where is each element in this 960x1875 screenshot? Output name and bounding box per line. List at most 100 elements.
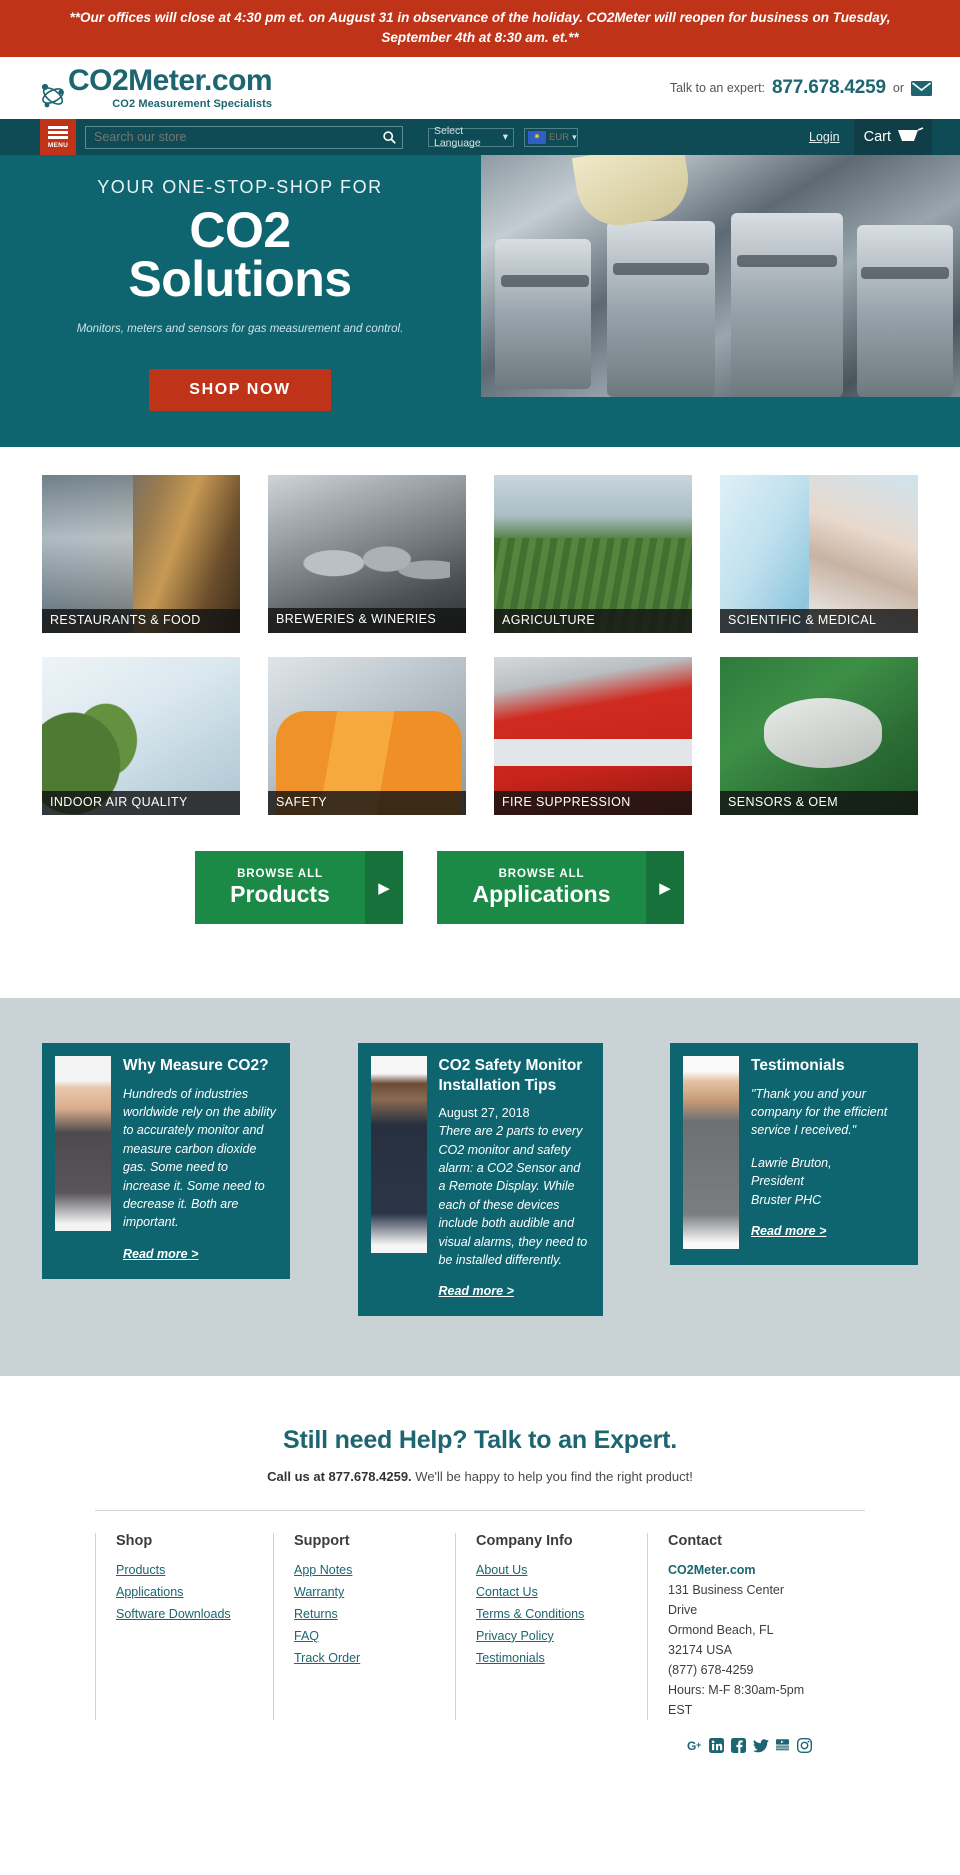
browse-applications-text: BROWSE ALL Applications bbox=[437, 851, 646, 924]
shop-now-button[interactable]: SHOP NOW bbox=[149, 368, 331, 411]
footer-link-privacy-policy[interactable]: Privacy Policy bbox=[476, 1626, 554, 1648]
footer-address-line3: Ormond Beach, FL bbox=[668, 1623, 774, 1638]
menu-button-label: MENU bbox=[47, 141, 69, 149]
read-more-link[interactable]: Read more > bbox=[123, 1247, 198, 1261]
card-body: CO2 Safety Monitor Installation Tips Aug… bbox=[439, 1056, 589, 1300]
expert-phone[interactable]: 877.678.4259 bbox=[772, 77, 886, 99]
main-navbar: MENU Select Language ▾ ✷ EUR ▾ Login Car… bbox=[0, 119, 960, 156]
category-tiles-row-1: RESTAURANTS & FOOD BREWERIES & WINERIES … bbox=[0, 475, 960, 634]
footer-link-app-notes[interactable]: App Notes bbox=[294, 1560, 352, 1582]
navbar-right-group: Login Cart bbox=[809, 119, 932, 156]
category-tile-fire-suppression[interactable]: FIRE SUPPRESSION bbox=[494, 657, 692, 816]
footer-link-track-order[interactable]: Track Order bbox=[294, 1648, 360, 1670]
chevron-down-icon: ▾ bbox=[502, 131, 508, 144]
card-body: Why Measure CO2? Hundreds of industries … bbox=[123, 1056, 276, 1263]
search-box[interactable] bbox=[85, 125, 403, 149]
footer-link-testimonials[interactable]: Testimonials bbox=[476, 1648, 545, 1670]
category-tile-restaurants[interactable]: RESTAURANTS & FOOD bbox=[42, 475, 240, 634]
card-photo bbox=[370, 1056, 427, 1300]
footer-link-applications[interactable]: Applications bbox=[116, 1582, 183, 1604]
footer-heading-shop: Shop bbox=[116, 1533, 153, 1550]
facebook-icon[interactable] bbox=[731, 1738, 746, 1754]
hero-kicker: YOUR ONE-STOP-SHOP FOR bbox=[97, 177, 383, 198]
card-why-measure-co2[interactable]: Why Measure CO2? Hundreds of industries … bbox=[42, 1043, 290, 1279]
envelope-icon[interactable] bbox=[911, 80, 932, 96]
browse-all-applications-button[interactable]: BROWSE ALL Applications ▶ bbox=[437, 851, 684, 925]
card-title: CO2 Safety Monitor Installation Tips bbox=[438, 1057, 583, 1094]
tile-label: FIRE SUPPRESSION bbox=[494, 790, 692, 816]
category-tile-agriculture[interactable]: AGRICULTURE bbox=[494, 475, 692, 634]
footer-link-terms-conditions[interactable]: Terms & Conditions bbox=[476, 1604, 584, 1626]
footer-link-contact-us[interactable]: Contact Us bbox=[476, 1582, 538, 1604]
language-selector-label: Select Language bbox=[434, 125, 481, 150]
footer-address-line4: 32174 USA bbox=[668, 1643, 732, 1658]
browse-products-text: BROWSE ALL Products bbox=[195, 851, 365, 924]
footer-column-support: Support App Notes Warranty Returns FAQ T… bbox=[273, 1533, 455, 1721]
footer-link-faq[interactable]: FAQ bbox=[294, 1626, 319, 1648]
footer-column-shop: Shop Products Applications Software Down… bbox=[95, 1533, 273, 1721]
category-tiles-row-2: INDOOR AIR QUALITY SAFETY FIRE SUPPRESSI… bbox=[0, 657, 960, 816]
footer-hours: Hours: M-F 8:30am-5pm bbox=[668, 1683, 805, 1698]
logo-wordmark: CO2Meter.com bbox=[68, 64, 273, 98]
footer-link-warranty[interactable]: Warranty bbox=[294, 1582, 344, 1604]
tile-label: SAFETY bbox=[268, 790, 466, 816]
instagram-icon[interactable] bbox=[796, 1738, 813, 1754]
help-call-bold: Call us at 877.678.4259. bbox=[267, 1469, 412, 1485]
hero-title-line1: CO2 bbox=[189, 202, 291, 259]
read-more-link[interactable]: Read more > bbox=[439, 1284, 514, 1298]
footer-address-line2: Drive bbox=[668, 1603, 698, 1618]
category-tile-breweries[interactable]: BREWERIES & WINERIES bbox=[268, 475, 466, 634]
browse-all-products-button[interactable]: BROWSE ALL Products ▶ bbox=[195, 851, 403, 925]
expert-label: Talk to an expert: bbox=[669, 81, 766, 96]
google-plus-icon[interactable]: G + bbox=[687, 1738, 702, 1753]
cart-link[interactable]: Cart bbox=[853, 119, 932, 156]
card-testimonials[interactable]: Testimonials "Thank you and your company… bbox=[670, 1043, 918, 1266]
tile-label: RESTAURANTS & FOOD bbox=[42, 608, 240, 634]
chevron-down-icon: ▾ bbox=[572, 131, 577, 142]
eu-flag-icon: ✷ bbox=[528, 130, 546, 144]
site-header: CO2Meter.com CO2 Measurement Specialists… bbox=[0, 57, 960, 120]
card-co2-safety-monitor-tips[interactable]: CO2 Safety Monitor Installation Tips Aug… bbox=[357, 1043, 603, 1317]
search-icon[interactable] bbox=[376, 127, 402, 148]
login-link[interactable]: Login bbox=[809, 130, 840, 144]
currency-code: EUR bbox=[549, 131, 570, 143]
footer-link-returns[interactable]: Returns bbox=[294, 1604, 338, 1626]
footer-address: CO2Meter.com 131 Business Center Drive O… bbox=[668, 1560, 847, 1720]
language-selector[interactable]: Select Language ▾ bbox=[428, 125, 514, 150]
hamburger-icon-bar bbox=[48, 130, 68, 134]
footer-heading-contact: Contact bbox=[668, 1533, 722, 1550]
tile-label: SENSORS & OEM bbox=[720, 790, 918, 816]
footer-link-products[interactable]: Products bbox=[116, 1560, 165, 1582]
svg-text:+: + bbox=[696, 1740, 701, 1750]
help-section: Still need Help? Talk to an Expert. Call… bbox=[0, 1376, 960, 1485]
card-text: There are 2 parts to every CO2 monitor a… bbox=[438, 1124, 588, 1267]
footer-heading-company-info: Company Info bbox=[476, 1533, 573, 1550]
card-body: Testimonials "Thank you and your company… bbox=[751, 1056, 904, 1249]
twitter-icon[interactable] bbox=[752, 1738, 769, 1753]
footer-link-about-us[interactable]: About Us bbox=[476, 1560, 527, 1582]
category-tile-sensors-oem[interactable]: SENSORS & OEM bbox=[720, 657, 918, 816]
hero-text-block: YOUR ONE-STOP-SHOP FOR CO2 Solutions Mon… bbox=[0, 155, 480, 447]
tile-label: AGRICULTURE bbox=[494, 608, 692, 634]
category-tile-safety[interactable]: SAFETY bbox=[268, 657, 466, 816]
linkedin-icon[interactable] bbox=[709, 1738, 724, 1754]
card-photo bbox=[55, 1056, 111, 1263]
footer-heading-support: Support bbox=[294, 1533, 350, 1550]
testimonial-author-company: Bruster PHC bbox=[751, 1192, 822, 1207]
tile-label: BREWERIES & WINERIES bbox=[268, 607, 466, 634]
youtube-icon[interactable] bbox=[775, 1738, 790, 1753]
category-tiles-section: RESTAURANTS & FOOD BREWERIES & WINERIES … bbox=[0, 447, 960, 999]
category-tile-indoor-air-quality[interactable]: INDOOR AIR QUALITY bbox=[42, 657, 240, 816]
read-more-link[interactable]: Read more > bbox=[751, 1224, 826, 1238]
help-call-rest: We'll be happy to help you find the righ… bbox=[411, 1469, 693, 1485]
site-logo[interactable]: CO2Meter.com CO2 Measurement Specialists bbox=[40, 64, 273, 110]
testimonial-author: Lawrie Bruton, bbox=[751, 1155, 832, 1170]
site-footer: Shop Products Applications Software Down… bbox=[0, 1484, 960, 1766]
browse-products-kicker: BROWSE ALL bbox=[237, 867, 323, 880]
footer-link-software-downloads[interactable]: Software Downloads bbox=[116, 1604, 231, 1626]
content-cards-section: Why Measure CO2? Hundreds of industries … bbox=[0, 998, 960, 1377]
menu-button[interactable]: MENU bbox=[40, 119, 76, 156]
search-input[interactable] bbox=[86, 130, 376, 145]
currency-selector[interactable]: ✷ EUR ▾ bbox=[524, 127, 578, 147]
category-tile-scientific[interactable]: SCIENTIFIC & MEDICAL bbox=[720, 475, 918, 634]
